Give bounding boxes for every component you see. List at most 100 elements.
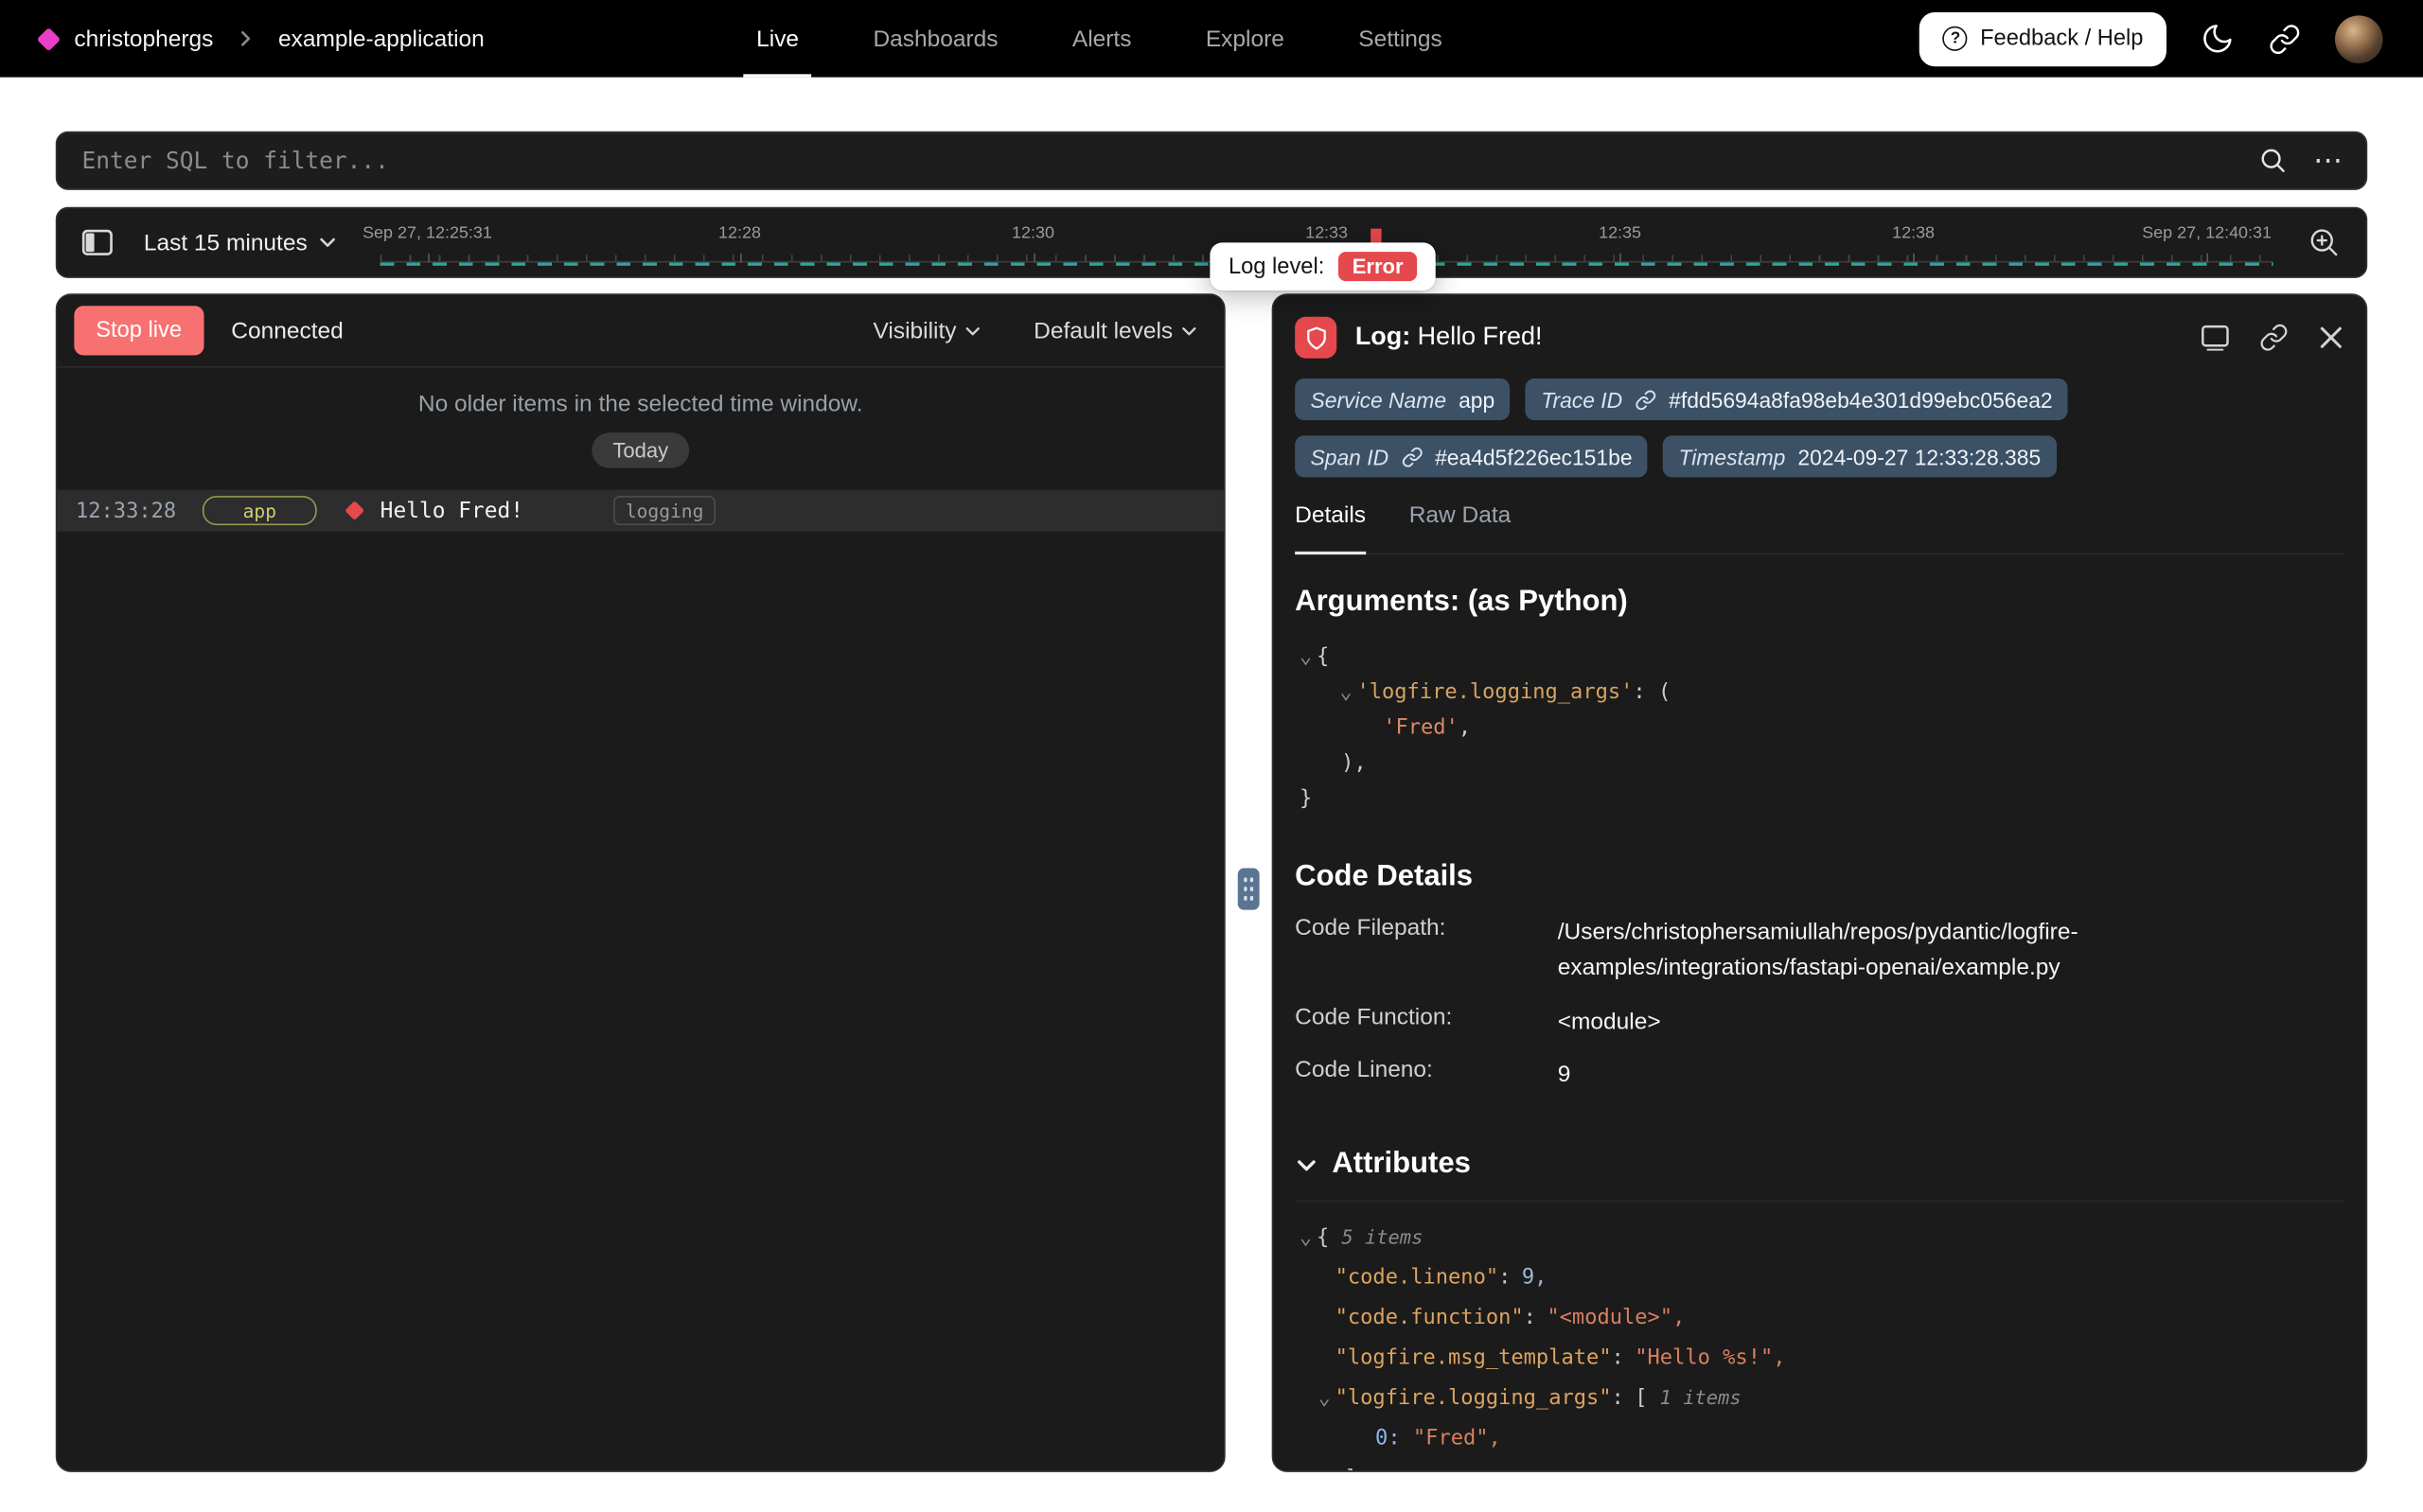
time-range-label: Last 15 minutes <box>144 229 308 255</box>
code-details-heading: Code Details <box>1295 860 2344 894</box>
timeline-tick: 12:33 <box>1305 224 1348 243</box>
timeline-tick: 12:38 <box>1892 224 1935 243</box>
sidebar-toggle-icon <box>82 229 114 256</box>
dock-panel-icon <box>2201 325 2230 351</box>
arguments-heading: Arguments: (as Python) <box>1295 586 2344 620</box>
timeline-tick: Sep 27, 12:25:31 <box>363 224 492 243</box>
link-icon <box>2259 323 2289 352</box>
log-row-selected[interactable]: 12:33:28 app Hello Fred! logging <box>57 490 1224 532</box>
code-lineno-label: Code Lineno: <box>1295 1056 1558 1092</box>
service-name-chip[interactable]: Service Name app <box>1295 378 1510 420</box>
nav-tab-explore[interactable]: Explore <box>1169 0 1321 78</box>
moon-icon <box>2201 22 2235 56</box>
nav-tab-live[interactable]: Live <box>719 0 836 78</box>
code-filepath-value: /Users/christophersamiullah/repos/pydant… <box>1558 915 2207 987</box>
timeline-tick: Sep 27, 12:40:31 <box>2142 224 2272 243</box>
error-level-badge: Error <box>1338 252 1417 281</box>
log-message: Hello Fred! <box>380 499 523 523</box>
error-diamond-icon <box>345 501 364 520</box>
detail-title: Log: Hello Fred! <box>1355 323 1543 352</box>
panel-splitter[interactable] <box>1226 293 1272 1472</box>
top-nav: christophergs example-application Live D… <box>0 0 2423 78</box>
close-detail-button[interactable] <box>2318 325 2344 351</box>
code-lineno-value: 9 <box>1558 1056 2207 1092</box>
dark-mode-toggle[interactable] <box>2201 22 2235 56</box>
link-icon <box>1401 446 1423 467</box>
chevron-down-icon <box>318 234 337 253</box>
detail-badges: Service Name app Trace ID #fdd5694a8fa98… <box>1273 374 2365 477</box>
breadcrumb-project[interactable]: example-application <box>278 26 485 52</box>
today-badge[interactable]: Today <box>592 432 688 468</box>
default-levels-dropdown[interactable]: Default levels <box>1024 316 1207 345</box>
log-detail-panel: Log: Hello Fred! <box>1272 293 2368 1472</box>
app-viewport: christophergs example-application Live D… <box>0 0 2423 1512</box>
main-panels: Stop live Connected Visibility Default l… <box>56 293 2367 1472</box>
connection-status: Connected <box>231 318 343 344</box>
timeline-tick: 12:30 <box>1012 224 1054 243</box>
visibility-dropdown[interactable]: Visibility <box>864 316 991 345</box>
attributes-json-tree: ⌄{5 items "code.lineno":9, "code.functio… <box>1295 1218 2344 1471</box>
trace-id-chip[interactable]: Trace ID #fdd5694a8fa98eb4e301d99ebc056e… <box>1526 378 2068 420</box>
collapse-icon[interactable]: ⌄ <box>1295 640 1317 676</box>
detail-tabs: Details Raw Data <box>1295 502 2344 555</box>
sidebar-toggle-button[interactable] <box>82 229 114 256</box>
nav-right: ? Feedback / Help <box>1919 11 2382 65</box>
tooltip-label: Log level: <box>1229 255 1324 279</box>
chevron-down-icon <box>964 322 982 339</box>
arguments-code-block: ⌄{ ⌄'logfire.logging_args': ( 'Fred', ),… <box>1295 640 2344 818</box>
sql-filter-input[interactable] <box>79 145 2257 176</box>
timeline-tick: 12:35 <box>1599 224 1641 243</box>
feedback-help-label: Feedback / Help <box>1980 26 2143 51</box>
service-badge[interactable]: app <box>203 496 317 525</box>
collapse-icon[interactable]: ⌄ <box>1335 675 1357 711</box>
chevron-down-icon <box>1295 1153 1318 1176</box>
collapse-icon[interactable]: ⌄ <box>1314 1378 1335 1417</box>
attributes-divider <box>1295 1201 2344 1203</box>
logfire-logo-icon[interactable] <box>37 26 61 50</box>
code-details-table: Code Filepath: /Users/christophersamiull… <box>1295 915 2344 1093</box>
code-function-value: <module> <box>1558 1003 2207 1039</box>
tab-raw-data[interactable]: Raw Data <box>1409 502 1512 554</box>
dock-panel-button[interactable] <box>2201 325 2230 351</box>
stop-live-button[interactable]: Stop live <box>74 306 203 355</box>
link-icon <box>2269 23 2301 55</box>
share-link-button[interactable] <box>2269 23 2301 55</box>
live-log-panel: Stop live Connected Visibility Default l… <box>56 293 1226 1472</box>
main-nav-tabs: Live Dashboards Alerts Explore Settings <box>719 0 1479 78</box>
user-avatar[interactable] <box>2335 15 2383 63</box>
feedback-help-button[interactable]: ? Feedback / Help <box>1919 11 2167 65</box>
zoom-in-button[interactable] <box>2308 225 2342 259</box>
breadcrumb-org[interactable]: christophergs <box>74 26 213 52</box>
code-function-label: Code Function: <box>1295 1003 1558 1039</box>
help-icon: ? <box>1943 26 1968 51</box>
timestamp-chip[interactable]: Timestamp 2024-09-27 12:33:28.385 <box>1663 435 2056 477</box>
collapse-icon[interactable]: ⌄ <box>1295 1218 1317 1257</box>
nav-tab-settings[interactable]: Settings <box>1321 0 1479 78</box>
breadcrumb-chevron-icon <box>237 29 256 48</box>
log-time: 12:33:28 <box>76 499 176 523</box>
breadcrumb: christophergs example-application <box>40 26 484 52</box>
link-icon <box>1635 389 1656 411</box>
zoom-in-icon <box>2308 225 2342 259</box>
log-level-tooltip: Log level: Error <box>1210 242 1436 290</box>
error-shield-icon <box>1295 317 1336 359</box>
detail-header: Log: Hello Fred! <box>1273 295 2365 374</box>
timeline-tick: 12:28 <box>718 224 761 243</box>
nav-tab-dashboards[interactable]: Dashboards <box>836 0 1035 78</box>
live-panel-header: Stop live Connected Visibility Default l… <box>57 295 1224 368</box>
chevron-down-icon <box>1180 322 1197 339</box>
copy-link-button[interactable] <box>2259 323 2289 352</box>
time-range-selector[interactable]: Last 15 minutes <box>134 228 346 257</box>
close-icon <box>2318 325 2344 351</box>
attributes-toggle[interactable]: Attributes <box>1295 1148 2344 1182</box>
splitter-drag-handle[interactable] <box>1238 869 1260 910</box>
logging-tag-badge[interactable]: logging <box>613 496 716 525</box>
tab-details[interactable]: Details <box>1295 502 1366 554</box>
detail-body: Arguments: (as Python) ⌄{ ⌄'logfire.logg… <box>1273 554 2365 1470</box>
empty-window-message: No older items in the selected time wind… <box>57 391 1224 417</box>
search-button[interactable] <box>2257 145 2289 176</box>
more-options-icon[interactable]: ⋯ <box>2313 146 2344 175</box>
search-icon <box>2257 145 2289 176</box>
nav-tab-alerts[interactable]: Alerts <box>1035 0 1169 78</box>
span-id-chip[interactable]: Span ID #ea4d5f226ec151be <box>1295 435 1648 477</box>
